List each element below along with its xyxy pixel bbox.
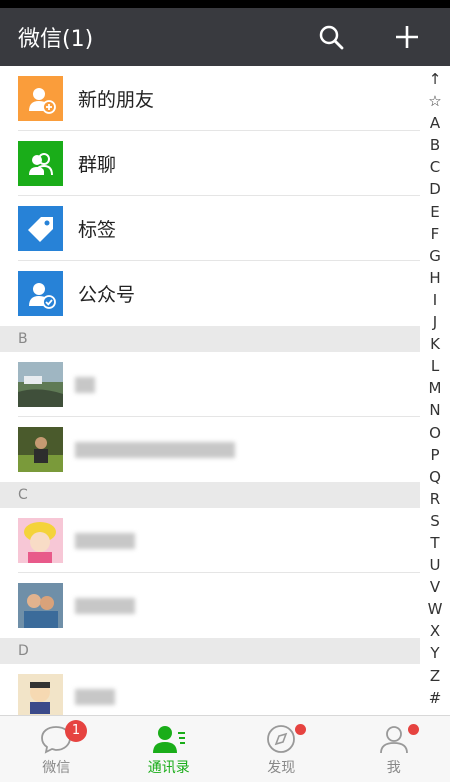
index-letter[interactable]: U (430, 554, 441, 576)
index-letter[interactable]: J (433, 311, 437, 333)
person-icon (379, 726, 408, 754)
tags-label: 标签 (78, 219, 117, 241)
group-chat-label: 群聊 (78, 154, 117, 176)
section-header-b: B (0, 326, 420, 352)
blurred-contact-name (75, 686, 115, 708)
section-header-c: C (0, 482, 420, 508)
alphabet-index[interactable]: ↑ ☆ A B C D E F G H I J K L M N O P Q R S T U V W X Y Z # (420, 68, 450, 709)
me-dot-badge (407, 724, 419, 735)
official-accounts-item[interactable]: 公众号 (0, 261, 420, 326)
contact-row[interactable] (0, 508, 420, 573)
index-letter[interactable]: H (429, 267, 440, 289)
tab-contacts[interactable]: 通讯录 (113, 716, 226, 782)
tab-contacts-label: 通讯录 (147, 760, 190, 776)
index-letter[interactable]: F (431, 223, 440, 245)
tab-chats-label: 微信 (42, 760, 71, 776)
add-friend-icon (18, 76, 63, 121)
avatar (18, 518, 63, 563)
index-letter[interactable]: L (431, 355, 439, 377)
blurred-contact-name (75, 530, 135, 552)
index-letter[interactable]: A (430, 112, 440, 134)
tab-me[interactable]: 我 (338, 716, 450, 782)
discover-dot-badge (295, 724, 306, 735)
blurred-contact-name (75, 595, 135, 617)
index-letter[interactable]: I (433, 289, 437, 311)
avatar (18, 674, 63, 719)
index-letter[interactable]: ↑ (429, 68, 442, 90)
index-letter[interactable]: G (429, 245, 441, 267)
tag-icon (18, 206, 63, 251)
status-bar (0, 0, 450, 8)
official-account-icon (18, 271, 63, 316)
avatar (18, 583, 63, 628)
index-letter[interactable]: N (429, 399, 440, 421)
tab-discover[interactable]: 发现 (225, 716, 338, 782)
header-title: 微信(1) (18, 27, 94, 52)
plus-icon[interactable] (392, 22, 422, 52)
compass-icon (267, 725, 296, 753)
index-letter[interactable]: R (430, 488, 440, 510)
group-chat-icon (18, 141, 63, 186)
section-header-d: D (0, 638, 420, 664)
tab-discover-label: 发现 (267, 760, 296, 776)
unread-badge: 1 (65, 720, 87, 742)
new-friends-label: 新的朋友 (78, 89, 155, 111)
tab-me-label: 我 (386, 760, 401, 776)
contacts-icon (152, 726, 185, 753)
index-letter[interactable]: D (429, 178, 441, 200)
official-accounts-label: 公众号 (78, 284, 136, 306)
index-letter[interactable]: T (430, 532, 439, 554)
index-letter[interactable]: ☆ (428, 90, 441, 112)
avatar (18, 427, 63, 472)
index-letter[interactable]: B (430, 134, 440, 156)
contact-row[interactable] (0, 417, 420, 482)
contact-row[interactable] (0, 573, 420, 638)
index-letter[interactable]: Y (430, 642, 439, 664)
new-friends-item[interactable]: 新的朋友 (0, 66, 420, 131)
index-letter[interactable]: W (428, 598, 443, 620)
avatar (18, 362, 63, 407)
index-letter[interactable]: K (430, 333, 440, 355)
index-letter[interactable]: O (429, 422, 441, 444)
index-letter[interactable]: S (430, 510, 440, 532)
tab-bar: 微信 1 通讯录 发现 我 (0, 715, 450, 782)
index-letter[interactable]: X (430, 620, 440, 642)
index-letter[interactable]: M (429, 377, 442, 399)
index-letter[interactable]: # (429, 687, 442, 709)
index-letter[interactable]: C (430, 156, 440, 178)
search-icon[interactable] (316, 22, 346, 52)
blurred-contact-name (75, 439, 235, 461)
contact-row[interactable] (0, 352, 420, 417)
index-letter[interactable]: V (430, 576, 440, 598)
index-letter[interactable]: Z (430, 665, 440, 687)
tags-item[interactable]: 标签 (0, 196, 420, 261)
group-chat-item[interactable]: 群聊 (0, 131, 420, 196)
index-letter[interactable]: E (430, 201, 439, 223)
tab-chats[interactable]: 微信 1 (0, 716, 113, 782)
blurred-contact-name (75, 374, 95, 396)
app-header: 微信(1) (0, 8, 450, 66)
contacts-list: 新的朋友 群聊 标签 公众号 B C D (0, 66, 420, 729)
index-letter[interactable]: Q (429, 466, 441, 488)
index-letter[interactable]: P (430, 444, 439, 466)
